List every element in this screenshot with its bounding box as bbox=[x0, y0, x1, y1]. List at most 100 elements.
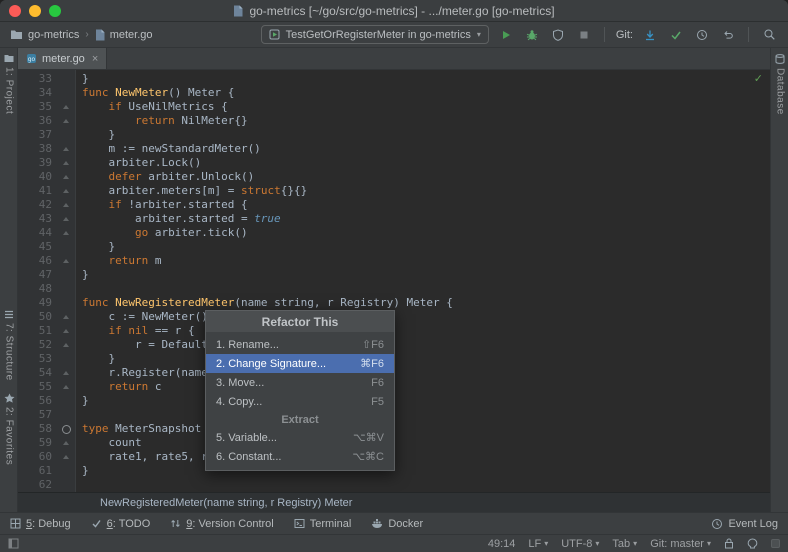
code-line[interactable]: 48 bbox=[18, 282, 770, 296]
code-line[interactable]: 34func NewMeter() Meter { bbox=[18, 86, 770, 100]
search-everywhere-button[interactable] bbox=[760, 26, 778, 44]
code-line[interactable]: 33} bbox=[18, 72, 770, 86]
run-button[interactable] bbox=[497, 26, 515, 44]
run-configuration-select[interactable]: TestGetOrRegisterMeter in go-metrics ▾ bbox=[261, 25, 489, 44]
lock-icon[interactable] bbox=[724, 538, 734, 549]
toolwindow-button-todo[interactable]: 6: TODO bbox=[91, 518, 151, 530]
line-ending-widget[interactable]: LF ▾ bbox=[528, 538, 548, 550]
code-line[interactable]: 43 arbiter.started = true bbox=[18, 212, 770, 226]
line-number[interactable]: 51 bbox=[18, 324, 58, 338]
editor-tab-meter-go[interactable]: go meter.go × bbox=[18, 48, 107, 69]
line-number[interactable]: 42 bbox=[18, 198, 58, 212]
line-number[interactable]: 45 bbox=[18, 240, 58, 254]
caret-position-widget[interactable]: 49:14 bbox=[488, 538, 516, 550]
event-log-button[interactable]: Event Log bbox=[711, 518, 778, 530]
stop-button[interactable] bbox=[575, 26, 593, 44]
line-number[interactable]: 62 bbox=[18, 478, 58, 492]
git-branch-widget[interactable]: Git: master ▾ bbox=[650, 538, 711, 550]
indent-widget[interactable]: Tab ▾ bbox=[612, 538, 637, 550]
line-number[interactable]: 44 bbox=[18, 226, 58, 240]
toolwindow-button-version-control[interactable]: 9: Version Control bbox=[170, 518, 273, 530]
line-number[interactable]: 56 bbox=[18, 394, 58, 408]
line-number[interactable]: 40 bbox=[18, 170, 58, 184]
line-number[interactable]: 38 bbox=[18, 142, 58, 156]
line-number[interactable]: 33 bbox=[18, 72, 58, 86]
line-number[interactable]: 49 bbox=[18, 296, 58, 310]
code-line[interactable]: 38 m := newStandardMeter() bbox=[18, 142, 770, 156]
gutter-fold-area bbox=[58, 324, 76, 338]
code-line[interactable]: 47} bbox=[18, 268, 770, 282]
refactor-menu-item[interactable]: 6. Constant...⌥⌘C bbox=[206, 447, 394, 466]
code-text bbox=[76, 478, 82, 492]
debug-button[interactable] bbox=[523, 26, 541, 44]
close-window-button[interactable] bbox=[9, 5, 21, 17]
refactor-menu-item[interactable]: 4. Copy...F5 bbox=[206, 392, 394, 411]
run-with-coverage-button[interactable] bbox=[549, 26, 567, 44]
toolwindow-button-database[interactable]: Database bbox=[771, 54, 788, 115]
line-number[interactable]: 37 bbox=[18, 128, 58, 142]
code-editor[interactable]: 33}34func NewMeter() Meter {35 if UseNil… bbox=[18, 70, 770, 492]
toolwindow-button-docker[interactable]: Docker bbox=[371, 518, 423, 530]
code-line[interactable]: 49func NewRegisteredMeter(name string, r… bbox=[18, 296, 770, 310]
line-number[interactable]: 50 bbox=[18, 310, 58, 324]
line-number[interactable]: 55 bbox=[18, 380, 58, 394]
breadcrumb-project[interactable]: go-metrics bbox=[28, 29, 79, 41]
line-number[interactable]: 61 bbox=[18, 464, 58, 478]
line-number[interactable]: 59 bbox=[18, 436, 58, 450]
git-commit-button[interactable] bbox=[667, 26, 685, 44]
breadcrumb-file[interactable]: meter.go bbox=[110, 29, 153, 41]
code-line[interactable]: 44 go arbiter.tick() bbox=[18, 226, 770, 240]
code-line[interactable]: 39 arbiter.Lock() bbox=[18, 156, 770, 170]
refactor-menu-item[interactable]: 2. Change Signature...⌘F6 bbox=[206, 354, 394, 373]
line-number[interactable]: 53 bbox=[18, 352, 58, 366]
line-number[interactable]: 46 bbox=[18, 254, 58, 268]
line-number[interactable]: 47 bbox=[18, 268, 58, 282]
highlighting-level-icon[interactable] bbox=[747, 538, 758, 549]
toolwindow-button-debug[interactable]: 5: Debug bbox=[10, 518, 71, 530]
line-number[interactable]: 52 bbox=[18, 338, 58, 352]
line-number[interactable]: 43 bbox=[18, 212, 58, 226]
gutter-marker-icon[interactable] bbox=[58, 422, 76, 436]
line-number[interactable]: 54 bbox=[18, 366, 58, 380]
line-number[interactable]: 34 bbox=[18, 86, 58, 100]
code-line[interactable]: 37 } bbox=[18, 128, 770, 142]
line-number[interactable]: 48 bbox=[18, 282, 58, 296]
line-number[interactable]: 41 bbox=[18, 184, 58, 198]
toolwindow-button-structure[interactable]: 7: Structure bbox=[0, 310, 18, 381]
inspection-ok-icon[interactable]: ✓ bbox=[754, 72, 763, 85]
code-line[interactable]: 40 defer arbiter.Unlock() bbox=[18, 170, 770, 184]
code-text: c := NewMeter() bbox=[76, 310, 208, 324]
code-line[interactable]: 35 if UseNilMetrics { bbox=[18, 100, 770, 114]
gutter-fold-area bbox=[58, 338, 76, 352]
line-number[interactable]: 60 bbox=[18, 450, 58, 464]
refactor-menu-item[interactable]: 1. Rename...⇧F6 bbox=[206, 335, 394, 354]
code-line[interactable]: 36 return NilMeter{} bbox=[18, 114, 770, 128]
encoding-widget[interactable]: UTF-8 ▾ bbox=[561, 538, 599, 550]
refactor-menu-item[interactable]: 3. Move...F6 bbox=[206, 373, 394, 392]
code-line[interactable]: 41 arbiter.meters[m] = struct{}{} bbox=[18, 184, 770, 198]
minimize-window-button[interactable] bbox=[29, 5, 41, 17]
toolwindow-button-terminal[interactable]: Terminal bbox=[294, 518, 352, 530]
code-line[interactable]: 46 return m bbox=[18, 254, 770, 268]
toolwindow-button-favorites[interactable]: 2: Favorites bbox=[0, 393, 18, 465]
toolwindow-button-project[interactable]: 1: Project bbox=[0, 54, 18, 114]
line-number[interactable]: 36 bbox=[18, 114, 58, 128]
refactor-menu-item[interactable]: 5. Variable...⌥⌘V bbox=[206, 428, 394, 447]
line-number[interactable]: 39 bbox=[18, 156, 58, 170]
git-update-button[interactable] bbox=[641, 26, 659, 44]
zoom-window-button[interactable] bbox=[49, 5, 61, 17]
code-line[interactable]: 62 bbox=[18, 478, 770, 492]
code-line[interactable]: 45 } bbox=[18, 240, 770, 254]
git-branch: Git: master bbox=[650, 538, 704, 550]
history-button[interactable] bbox=[693, 26, 711, 44]
code-line[interactable]: 42 if !arbiter.started { bbox=[18, 198, 770, 212]
window-title-text: go-metrics [~/go/src/go-metrics] - .../m… bbox=[249, 4, 554, 18]
line-number[interactable]: 58 bbox=[18, 422, 58, 436]
line-number[interactable]: 57 bbox=[18, 408, 58, 422]
memory-indicator[interactable] bbox=[771, 539, 780, 548]
line-number[interactable]: 35 bbox=[18, 100, 58, 114]
titlebar[interactable]: go-metrics [~/go/src/go-metrics] - .../m… bbox=[0, 0, 788, 22]
toolwindow-toggle-icon[interactable] bbox=[8, 538, 19, 549]
rollback-button[interactable] bbox=[719, 26, 737, 44]
close-tab-icon[interactable]: × bbox=[92, 53, 98, 65]
